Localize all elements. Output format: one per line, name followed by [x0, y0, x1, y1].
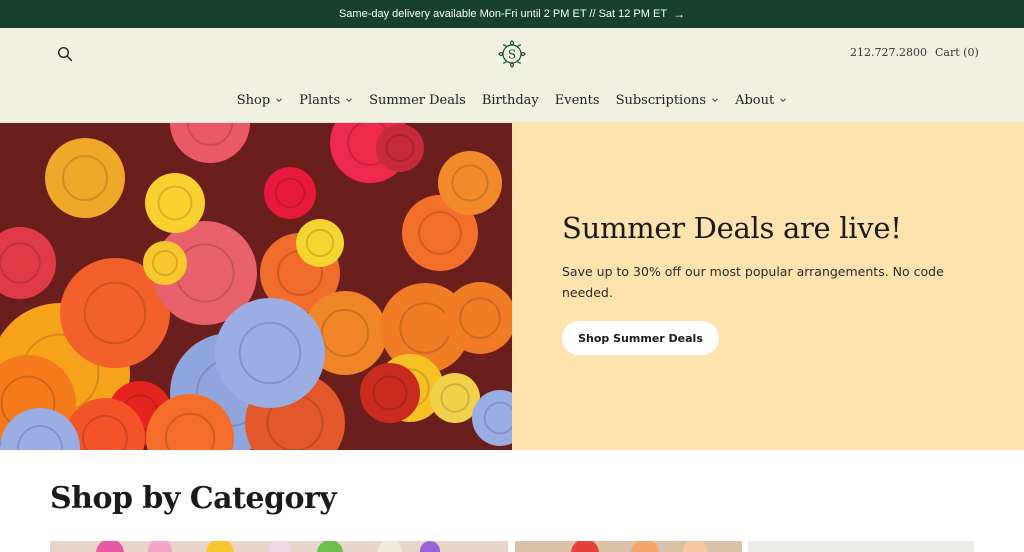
nav-item-shop[interactable]: Shop	[237, 93, 283, 108]
category-card[interactable]	[515, 540, 742, 552]
hero-title: Summer Deals are live!	[562, 211, 902, 245]
cart-link[interactable]: Cart (0)	[935, 46, 979, 59]
nav-item-label: About	[735, 92, 775, 108]
announcement-bar[interactable]: Same-day delivery available Mon-Fri unti…	[0, 0, 1024, 28]
nav-item-plants[interactable]: Plants	[299, 93, 353, 108]
nav-item-label: Summer Deals	[369, 92, 466, 108]
nav-item-summer-deals[interactable]: Summer Deals	[369, 93, 466, 108]
chevron-down-icon	[276, 98, 283, 103]
phone-number[interactable]: 212.727.2800	[850, 46, 927, 59]
nav-item-birthday[interactable]: Birthday	[482, 93, 539, 108]
flower-shape	[145, 173, 205, 233]
flower-shape	[264, 167, 316, 219]
flower-shape	[438, 151, 502, 215]
shop-summer-deals-button[interactable]: Shop Summer Deals	[562, 321, 719, 355]
chevron-down-icon	[780, 98, 787, 103]
arrow-right-icon: →	[673, 7, 686, 21]
category-card[interactable]	[50, 540, 508, 552]
flower-shape	[296, 219, 344, 267]
nav-item-label: Shop	[236, 92, 271, 108]
chevron-down-icon	[346, 98, 353, 103]
hero-panel: Summer Deals are live! Save up to 30% of…	[512, 123, 1024, 450]
announcement-text: Same-day delivery available Mon-Fri unti…	[338, 8, 668, 20]
search-icon[interactable]	[57, 46, 73, 62]
nav-item-label: Birthday	[481, 92, 539, 108]
category-card[interactable]	[748, 540, 974, 552]
logo-letter: S	[508, 48, 516, 62]
main-nav: Shop Plants Summer Deals Birthday Events Subs…	[0, 90, 1024, 110]
nav-item-events[interactable]: Events	[555, 93, 600, 108]
chevron-down-icon	[712, 98, 718, 103]
nav-item-label: Subscriptions	[615, 92, 707, 108]
site-header: S 212.727.2800 Cart (0) Shop Plants Summer…	[0, 28, 1024, 123]
nav-item-label: Plants	[299, 92, 341, 108]
nav-item-subscriptions[interactable]: Subscriptions	[616, 93, 720, 108]
hero-description: Save up to 30% off our most popular arra…	[562, 264, 944, 300]
flower-shape	[360, 363, 420, 423]
hero-image	[0, 123, 512, 450]
nav-item-about[interactable]: About	[735, 93, 787, 108]
flower-shape	[376, 124, 424, 172]
flower-shape	[45, 138, 125, 218]
flower-shape	[215, 298, 325, 408]
logo[interactable]: S	[496, 38, 528, 70]
flower-shape	[143, 241, 187, 285]
nav-item-label: Events	[554, 92, 600, 108]
category-heading: Shop by Category	[50, 481, 337, 516]
